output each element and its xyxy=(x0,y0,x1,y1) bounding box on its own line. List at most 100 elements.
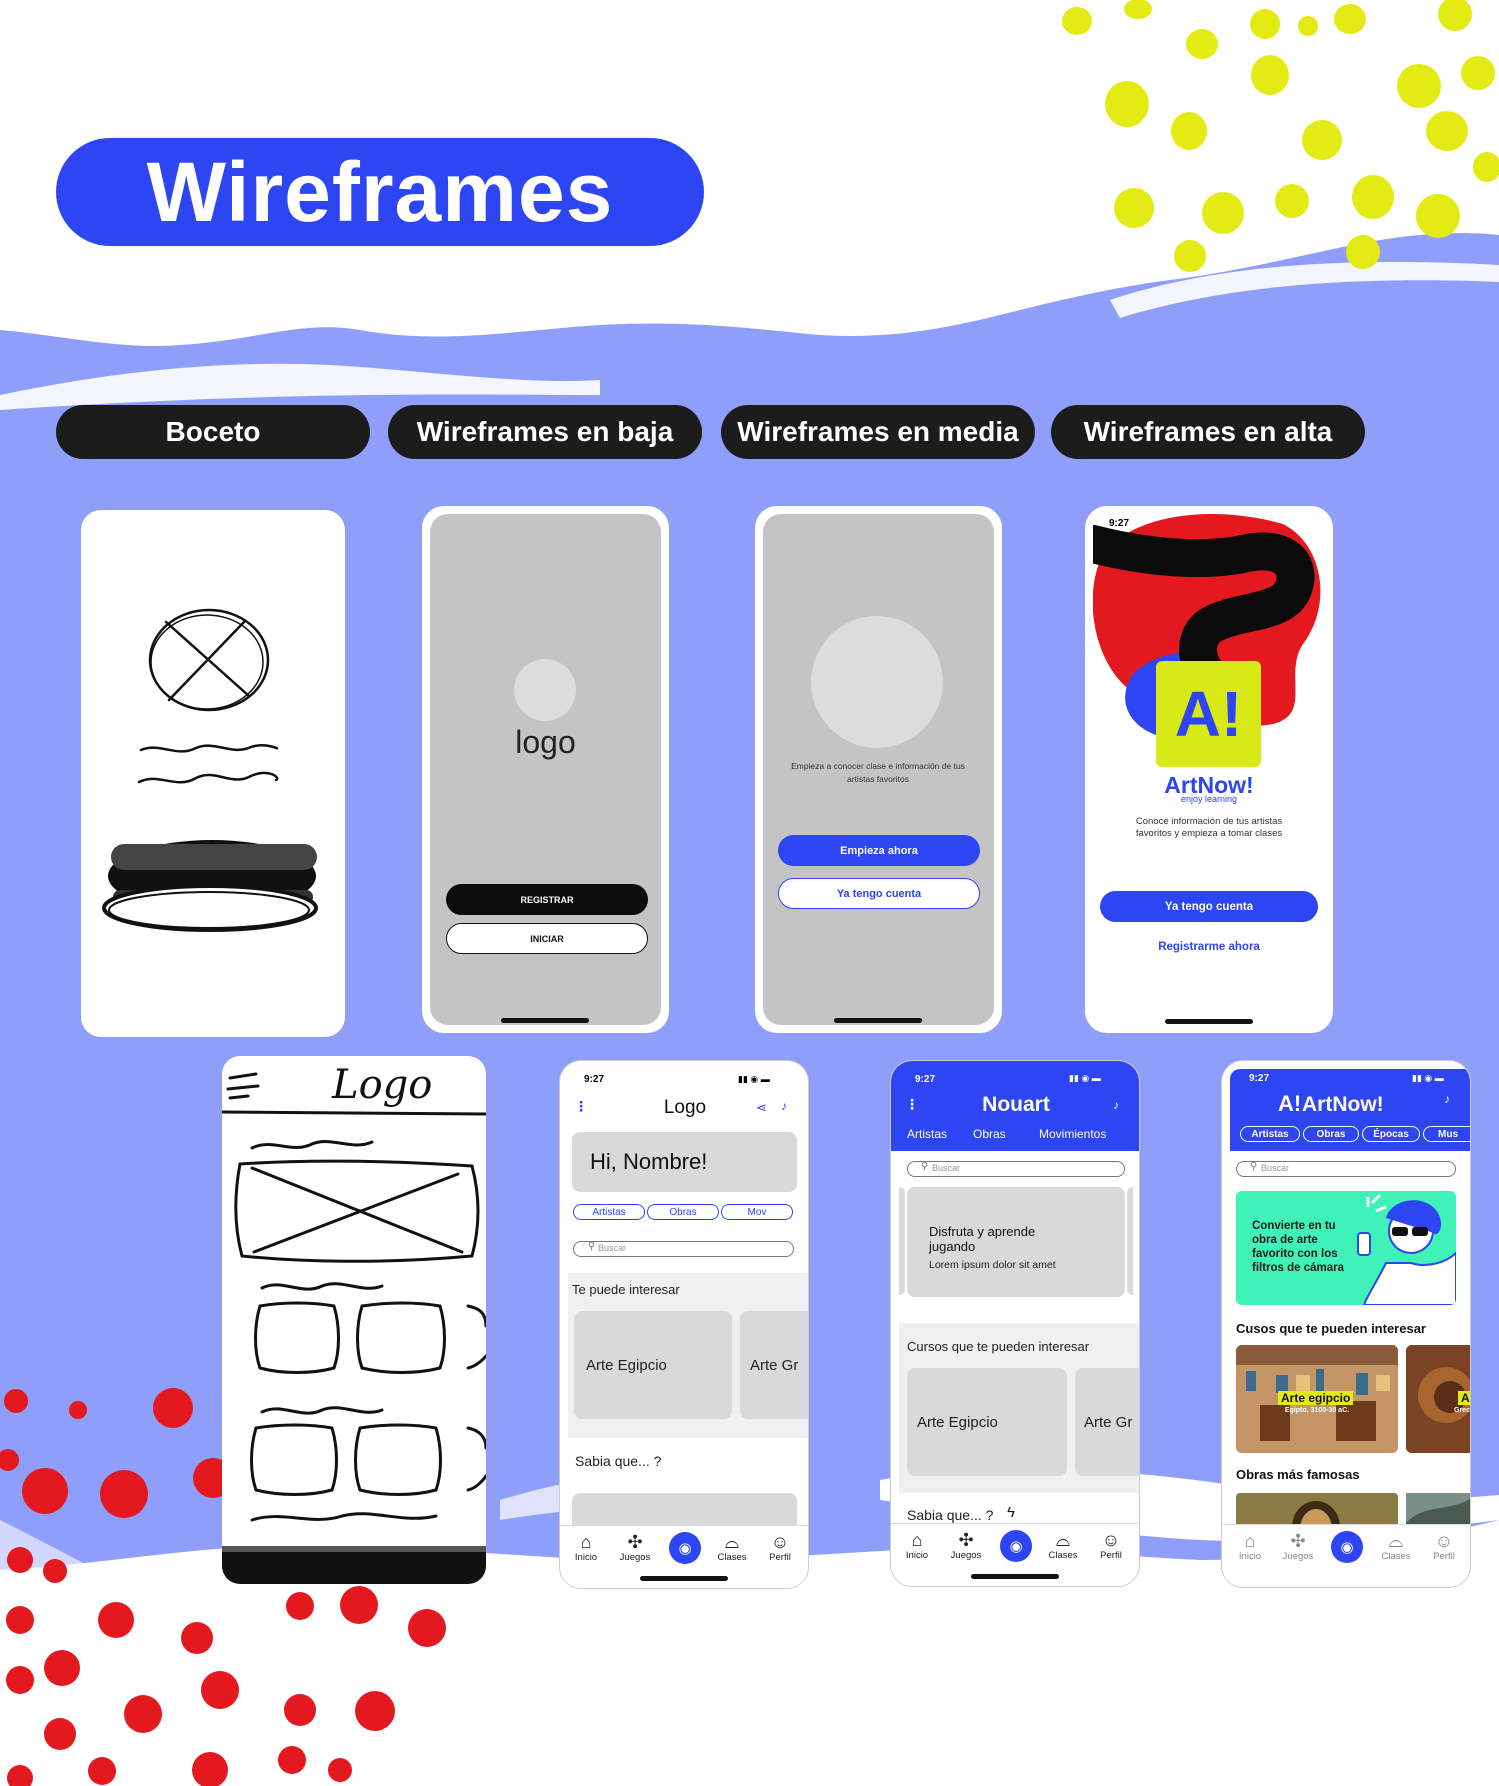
tab-bar: ⌂ Inicio ✣ Juegos ◉ ⌓ Clases ☺ Perfil xyxy=(891,1523,1139,1586)
user-icon: ☺ xyxy=(770,1532,790,1552)
tab-clases[interactable]: ⌓ Clases xyxy=(710,1532,754,1563)
low-onboarding: logo REGISTRAR INICIAR xyxy=(422,506,669,1033)
search-icon: ⚲ xyxy=(588,1241,596,1252)
tab-artistas[interactable]: Artistas xyxy=(907,1127,947,1141)
user-icon: ☺ xyxy=(1434,1531,1454,1551)
tab-clases[interactable]: ⌓ Clases xyxy=(1374,1531,1418,1562)
camera-button[interactable]: ◉ xyxy=(669,1532,701,1564)
course-title: Ar xyxy=(1458,1391,1470,1405)
camera-button[interactable]: ◉ xyxy=(1331,1531,1363,1563)
low-home: 9:27 ▮▮ ◉ ▬ ⋮ Logo ⋖ ♪ Hi, Nombre! Artis… xyxy=(559,1060,809,1589)
chip-artistas[interactable]: Artistas xyxy=(1240,1126,1300,1142)
carousel-next-card xyxy=(1127,1187,1133,1295)
camera-icon: ◉ xyxy=(678,1540,692,1557)
home-indicator xyxy=(1165,1019,1253,1024)
status-icons: ▮▮ ◉ ▬ xyxy=(1412,1073,1444,1083)
tab-juegos[interactable]: ✣ Juegos xyxy=(613,1532,657,1563)
did-you-know-title: Sabia que... ? xyxy=(907,1507,994,1523)
course-subtitle: Grec xyxy=(1454,1407,1470,1414)
home-indicator xyxy=(834,1018,922,1023)
tab-inicio[interactable]: ⌂ Inicio xyxy=(1228,1531,1272,1562)
status-time: 9:27 xyxy=(915,1074,936,1085)
puzzle-icon: ✣ xyxy=(1290,1531,1306,1551)
tab-obras[interactable]: Obras xyxy=(973,1127,1006,1141)
section-title: Te puede interesar xyxy=(572,1282,680,1297)
bell-icon[interactable]: ♪ xyxy=(781,1099,787,1113)
bell-icon[interactable]: ♪ xyxy=(1113,1098,1119,1112)
sketch-onboarding xyxy=(81,510,345,1037)
chip-museos[interactable]: Mus xyxy=(1423,1126,1470,1142)
tab-bar: ⌂ Inicio ✣ Juegos ◉ ⌓ Clases ☺ Perfil xyxy=(1222,1524,1470,1587)
status-icons: ▮▮ ◉ ▬ xyxy=(1069,1073,1101,1083)
tab-label: Inicio xyxy=(574,1552,598,1563)
statue-illustration xyxy=(1357,1193,1456,1305)
banner-title: Disfruta y aprende jugando xyxy=(929,1224,1036,1254)
tab-clases[interactable]: ⌓ Clases xyxy=(1041,1530,1085,1561)
sketch-logo-text: Logo xyxy=(332,1062,433,1108)
course-card-egipcio[interactable]: Arte egipcio Egipto, 3100-30 aC. xyxy=(1236,1345,1398,1453)
tab-inicio[interactable]: ⌂ Inicio xyxy=(895,1530,939,1561)
login-button[interactable]: INICIAR xyxy=(446,923,648,954)
graduation-cap-icon: ⌓ xyxy=(1055,1530,1071,1550)
sketch-home: Logo xyxy=(222,1056,486,1584)
start-now-button[interactable]: Empieza ahora xyxy=(778,835,980,866)
home-indicator xyxy=(640,1576,728,1581)
course-card[interactable]: Arte Gr xyxy=(740,1311,808,1419)
status-icons: ▮▮ ◉ ▬ xyxy=(738,1074,770,1084)
course-card[interactable]: Arte Gr xyxy=(1075,1368,1139,1476)
search-input[interactable]: Buscar xyxy=(573,1241,794,1257)
tab-juegos[interactable]: ✣ Juegos xyxy=(944,1530,988,1561)
camera-icon: ◉ xyxy=(1009,1538,1023,1555)
category-wireframes-alta: Wireframes en alta xyxy=(1051,405,1365,459)
camera-button[interactable]: ◉ xyxy=(1000,1530,1032,1562)
chip-epocas[interactable]: Épocas xyxy=(1362,1126,1420,1142)
search-icon: ⚲ xyxy=(1250,1161,1258,1172)
courses-title: Cusos que te pueden interesar xyxy=(1236,1321,1426,1336)
search-input[interactable]: Buscar xyxy=(907,1161,1125,1177)
tab-label: Juegos xyxy=(1282,1551,1314,1562)
have-account-button[interactable]: Ya tengo cuenta xyxy=(1100,891,1318,922)
category-wireframes-baja: Wireframes en baja xyxy=(388,405,702,459)
tab-label: Perfil xyxy=(1433,1551,1455,1562)
onboarding-description: Empieza a conocer clase e información de… xyxy=(791,761,965,784)
user-icon: ☺ xyxy=(1101,1530,1121,1550)
chip-artistas[interactable]: Artistas xyxy=(573,1204,645,1220)
tab-perfil[interactable]: ☺ Perfil xyxy=(1089,1530,1133,1561)
register-now-link[interactable]: Registrarme ahora xyxy=(1085,941,1333,953)
category-wireframes-media: Wireframes en media xyxy=(721,405,1035,459)
camera-filter-promo[interactable]: Convierte en tu obra de arte favorito co… xyxy=(1236,1191,1456,1305)
section-title: Cursos que te pueden interesar xyxy=(907,1339,1090,1354)
status-time: 9:27 xyxy=(1109,518,1130,529)
chip-mov[interactable]: Mov xyxy=(721,1204,793,1220)
share-icon[interactable]: ⋖ xyxy=(756,1100,767,1116)
chip-obras[interactable]: Obras xyxy=(1303,1126,1359,1142)
search-input[interactable]: Buscar xyxy=(1236,1161,1456,1177)
tab-label: Juegos xyxy=(950,1550,982,1561)
high-home: 9:27 ▮▮ ◉ ▬ A! ArtNow! ♪ Artistas Obras … xyxy=(1221,1060,1471,1588)
lightning-icon: ϟ xyxy=(1007,1504,1015,1521)
greeting-card: Hi, Nombre! xyxy=(572,1132,797,1192)
status-time: 9:27 xyxy=(584,1074,605,1085)
tab-perfil[interactable]: ☺ Perfil xyxy=(758,1532,802,1563)
onboarding-description: Conoce información de tus artistas favor… xyxy=(1135,816,1283,839)
bell-icon[interactable]: ♪ xyxy=(1444,1092,1450,1106)
have-account-button[interactable]: Ya tengo cuenta xyxy=(778,878,980,909)
home-indicator xyxy=(501,1018,589,1023)
high-onboarding: 9:27 A! ArtNow! enjoy learning Conoce in… xyxy=(1085,506,1333,1033)
tab-label: Inicio xyxy=(1238,1551,1262,1562)
tab-bar: ⌂ Inicio ✣ Juegos ◉ ⌓ Clases ☺ Perfil xyxy=(560,1525,808,1588)
tab-movimientos[interactable]: Movimientos xyxy=(1039,1127,1106,1141)
tab-label: Perfil xyxy=(1100,1550,1122,1561)
tab-juegos[interactable]: ✣ Juegos xyxy=(1276,1531,1320,1562)
course-card[interactable]: Arte Egipcio xyxy=(907,1368,1067,1476)
tab-inicio[interactable]: ⌂ Inicio xyxy=(564,1532,608,1563)
tab-perfil[interactable]: ☺ Perfil xyxy=(1422,1531,1466,1562)
camera-icon: ◉ xyxy=(1340,1539,1354,1556)
register-button[interactable]: REGISTRAR xyxy=(446,884,648,915)
course-card[interactable]: Arte Egipcio xyxy=(574,1311,732,1419)
home-icon: ⌂ xyxy=(911,1530,923,1550)
chip-obras[interactable]: Obras xyxy=(647,1204,719,1220)
did-you-know-title: Sabia que... ? xyxy=(575,1453,662,1469)
tab-label: Clases xyxy=(1048,1550,1078,1561)
course-card-greco[interactable]: Ar Grec xyxy=(1406,1345,1470,1453)
